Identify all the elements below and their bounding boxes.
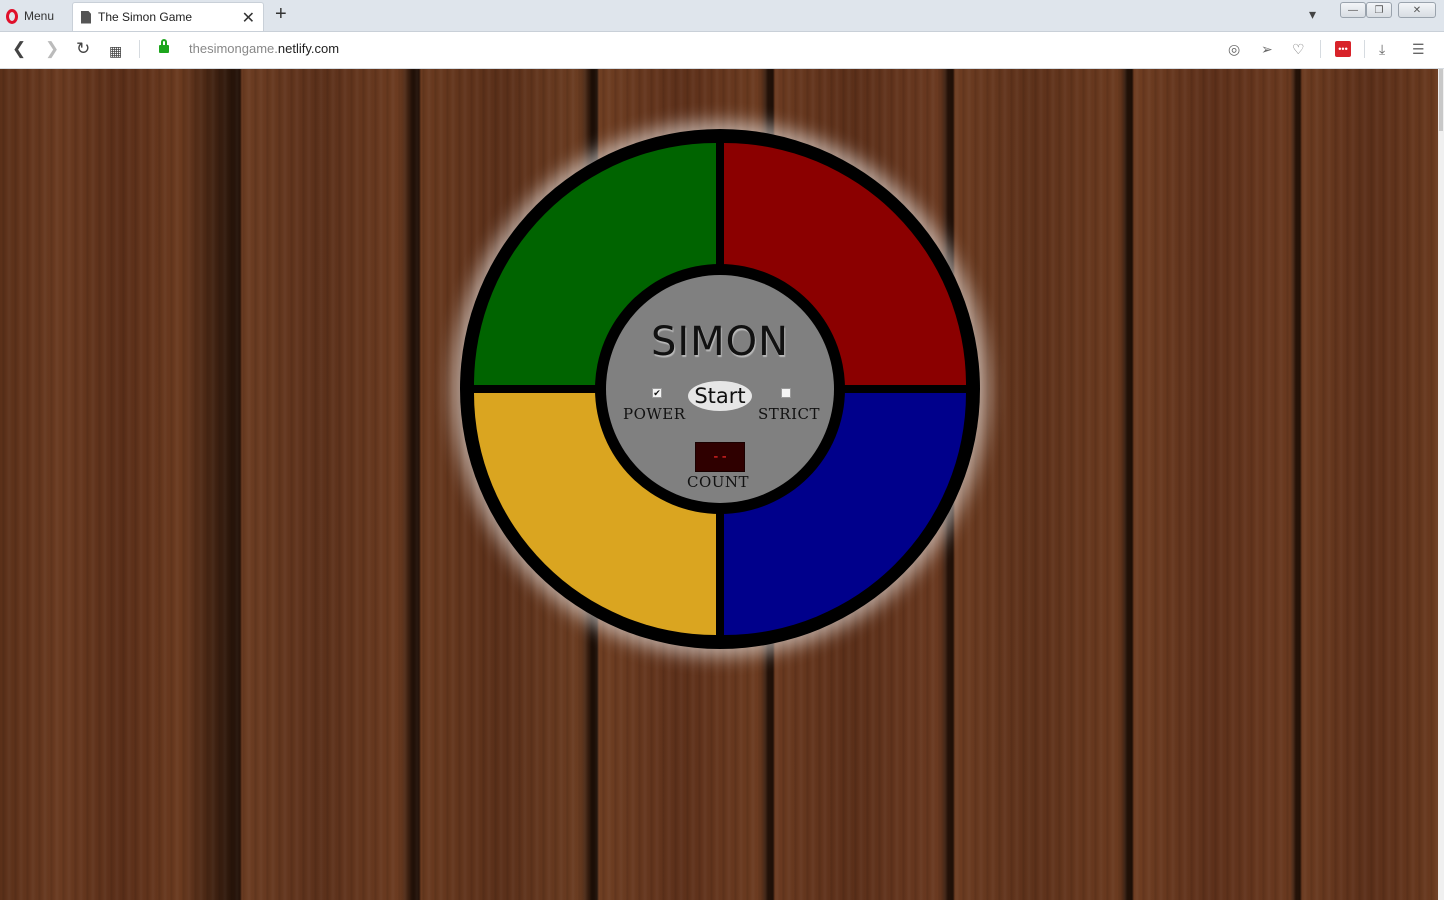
control-panel: SIMON ✔ POWER Start STRICT -- COUNT — [595, 264, 845, 514]
opera-logo-icon — [6, 8, 18, 24]
scrollbar-thumb[interactable] — [1439, 69, 1443, 131]
count-display: -- — [695, 442, 745, 472]
menu-label: Menu — [24, 9, 55, 23]
document-icon — [81, 10, 91, 24]
tab-menu-icon[interactable]: ▾ — [1309, 6, 1316, 23]
divider — [1320, 40, 1321, 58]
heart-icon[interactable]: ♡ — [1292, 41, 1305, 58]
count-label: COUNT — [687, 473, 750, 491]
power-checkbox[interactable]: ✔ — [652, 388, 662, 398]
start-button[interactable]: Start — [688, 381, 752, 411]
divider — [1364, 40, 1365, 58]
tab-bar: Menu The Simon Game ✕ + ▾ — ❐ ✕ — [0, 0, 1444, 32]
close-tab-icon[interactable]: ✕ — [242, 8, 255, 28]
strict-label: STRICT — [758, 405, 820, 423]
speed-dial-icon[interactable]: ▦ — [109, 42, 122, 60]
simon-board: SIMON ✔ POWER Start STRICT -- COUNT — [460, 129, 980, 649]
strict-checkbox[interactable] — [781, 388, 791, 398]
address-bar: ❮ ❯ ↻ ▦ thesimongame.netlify.com ◎ ➢ ♡ •… — [0, 32, 1444, 69]
close-window-button[interactable]: ✕ — [1398, 2, 1436, 18]
divider — [139, 40, 140, 58]
power-label: POWER — [623, 405, 686, 423]
control-panel-face: SIMON ✔ POWER Start STRICT -- COUNT — [606, 275, 834, 503]
extension-icon[interactable]: ••• — [1335, 41, 1351, 57]
download-icon[interactable]: ⤓ — [1379, 41, 1385, 58]
send-icon[interactable]: ➢ — [1261, 41, 1273, 58]
secure-lock-icon[interactable] — [159, 39, 169, 53]
back-icon[interactable]: ❮ — [12, 40, 26, 58]
url-host-domain: netlify.com — [277, 41, 340, 56]
snapshot-icon[interactable]: ◎ — [1228, 41, 1240, 58]
scrollbar[interactable] — [1438, 69, 1444, 900]
game-title: SIMON — [650, 319, 790, 365]
url-field[interactable]: thesimongame.netlify.com — [189, 41, 339, 56]
opera-menu-button[interactable]: Menu — [6, 6, 54, 26]
tab-title: The Simon Game — [98, 10, 193, 24]
tab-simon-game[interactable]: The Simon Game ✕ — [72, 2, 264, 31]
forward-icon[interactable]: ❯ — [45, 40, 59, 58]
easy-setup-icon[interactable]: ☰ — [1412, 41, 1425, 58]
restore-button[interactable]: ❐ — [1366, 2, 1392, 18]
new-tab-button[interactable]: + — [275, 4, 287, 24]
minimize-button[interactable]: — — [1340, 2, 1366, 18]
url-host-prefix: thesimongame. — [189, 41, 278, 56]
reload-icon[interactable]: ↻ — [76, 40, 90, 58]
